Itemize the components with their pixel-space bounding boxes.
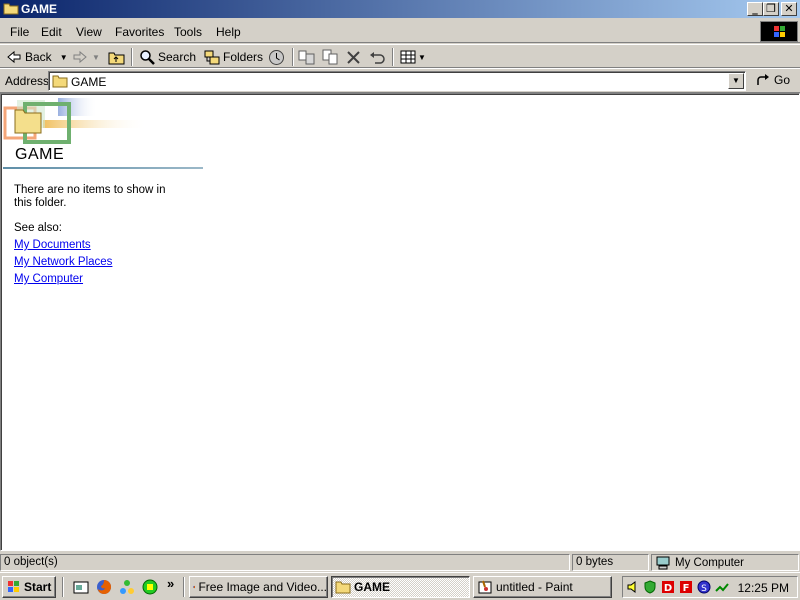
history-icon <box>269 49 284 65</box>
folder-icon <box>52 75 68 88</box>
antivirus-icon[interactable]: S <box>697 580 711 594</box>
status-zone-label: My Computer <box>675 556 745 569</box>
menu-bar: File Edit View Favorites Tools Help <box>0 20 800 43</box>
task-button-game[interactable]: GAME <box>331 576 470 598</box>
minimize-button[interactable]: _ <box>747 2 763 16</box>
views-button[interactable]: ▼ <box>400 48 426 66</box>
search-label: Search <box>158 50 197 64</box>
network-icon[interactable] <box>119 579 135 595</box>
window-title: GAME <box>21 2 57 16</box>
address-dropdown-button[interactable]: ▼ <box>728 73 744 89</box>
copy-to-icon <box>322 49 338 65</box>
address-label: Address <box>5 74 50 88</box>
folders-icon <box>204 50 220 64</box>
menu-tools[interactable]: Tools <box>174 25 202 39</box>
menu-file[interactable]: File <box>10 25 29 39</box>
back-label: Back <box>25 50 52 64</box>
my-computer-icon <box>656 556 670 569</box>
status-zone: My Computer <box>651 554 799 571</box>
status-size: 0 bytes <box>572 554 649 571</box>
move-to-button[interactable] <box>298 48 315 66</box>
task-label: Free Image and Video... <box>198 580 327 594</box>
svg-text:S: S <box>701 584 707 594</box>
folders-button[interactable]: Folders <box>204 48 263 66</box>
views-dropdown-icon[interactable]: ▼ <box>418 53 426 62</box>
forward-dropdown-icon[interactable]: ▼ <box>92 53 100 62</box>
flashget-icon[interactable]: F <box>679 580 693 594</box>
forward-arrow-icon <box>73 50 87 64</box>
status-bar: 0 object(s) 0 bytes My Computer <box>0 552 800 572</box>
folder-icon <box>335 581 351 594</box>
back-arrow-icon <box>7 50 21 64</box>
security-shield-icon[interactable] <box>643 580 657 594</box>
go-button[interactable]: Go <box>755 73 790 87</box>
empty-folder-message: There are no items to show in this folde… <box>14 184 166 209</box>
media-player-icon[interactable] <box>142 579 158 595</box>
download-manager-icon[interactable]: D <box>661 580 675 594</box>
menu-view[interactable]: View <box>76 25 102 39</box>
history-button[interactable] <box>268 48 285 66</box>
move-to-icon <box>298 50 315 65</box>
undo-button[interactable] <box>369 48 386 66</box>
paint-icon <box>478 580 492 594</box>
undo-icon <box>370 51 385 64</box>
menu-edit[interactable]: Edit <box>41 25 62 39</box>
standard-toolbar: Back ▼ ▼ Search Folders ▼ <box>0 44 800 68</box>
up-folder-icon <box>108 52 125 64</box>
link-my-computer[interactable]: My Computer <box>14 273 83 285</box>
see-also-label: See also: <box>14 222 62 234</box>
close-button[interactable]: ✕ <box>781 2 797 16</box>
system-tray: D F S 12:25 PM <box>622 576 798 598</box>
firefox-icon[interactable] <box>96 579 112 595</box>
windows-logo-icon <box>760 21 798 42</box>
menu-favorites[interactable]: Favorites <box>115 25 164 39</box>
title-bar[interactable]: GAME _ ❐ ✕ <box>0 0 800 18</box>
folder-title: GAME <box>15 146 65 163</box>
search-icon <box>140 50 155 65</box>
folders-label: Folders <box>223 50 264 64</box>
svg-text:F: F <box>683 583 690 594</box>
start-label: Start <box>24 580 52 594</box>
forward-button[interactable]: ▼ <box>72 48 100 66</box>
restore-button[interactable]: ❐ <box>763 2 779 16</box>
delete-button[interactable] <box>346 48 361 66</box>
copy-to-button[interactable] <box>322 48 339 66</box>
quick-launch-overflow-button[interactable]: » <box>167 576 183 592</box>
title-divider <box>3 167 203 169</box>
link-my-network-places[interactable]: My Network Places <box>14 256 112 268</box>
volume-icon[interactable] <box>626 580 640 594</box>
task-button-browser[interactable]: Free Image and Video... <box>189 576 328 598</box>
status-object-count: 0 object(s) <box>0 554 570 571</box>
go-arrow-icon <box>757 74 769 85</box>
show-desktop-icon[interactable] <box>73 579 89 595</box>
menu-help[interactable]: Help <box>216 25 241 39</box>
network-connection-icon[interactable] <box>715 580 729 594</box>
taskbar: Start » Free Image and Video... GAME unt… <box>0 572 800 600</box>
go-label: Go <box>774 73 791 87</box>
address-bar: Address GAME ▼ Go <box>0 68 800 93</box>
folder-view[interactable]: GAME There are no items to show in this … <box>0 93 800 551</box>
folder-banner-icon <box>3 98 148 144</box>
back-button[interactable]: Back ▼ <box>6 48 68 66</box>
task-button-paint[interactable]: untitled - Paint <box>473 576 612 598</box>
link-my-documents[interactable]: My Documents <box>14 239 91 251</box>
task-label: untitled - Paint <box>496 580 573 594</box>
windows-flag-icon <box>8 581 19 592</box>
address-input[interactable]: GAME ▼ <box>48 71 746 91</box>
up-button[interactable] <box>108 48 125 66</box>
search-button[interactable]: Search <box>139 48 196 66</box>
back-dropdown-icon[interactable]: ▼ <box>60 53 68 62</box>
task-label: GAME <box>354 580 390 594</box>
folder-icon <box>3 3 19 15</box>
address-value: GAME <box>71 75 107 89</box>
firefox-icon <box>193 585 196 589</box>
start-button[interactable]: Start <box>2 576 56 598</box>
delete-icon <box>347 50 360 64</box>
svg-text:D: D <box>664 583 672 594</box>
views-grid-icon <box>400 50 416 64</box>
taskbar-clock[interactable]: 12:25 PM <box>738 581 789 595</box>
